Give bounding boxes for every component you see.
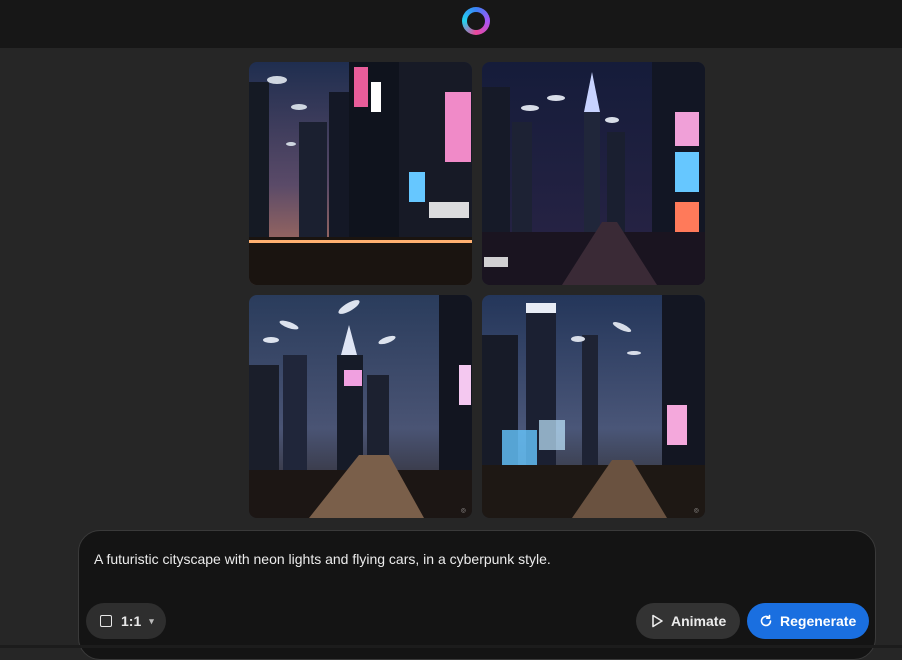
play-icon [650, 614, 664, 628]
copilot-logo-icon[interactable] [462, 7, 490, 35]
regenerate-label: Regenerate [780, 613, 857, 629]
regenerate-button[interactable]: Regenerate [747, 603, 869, 639]
refresh-icon [759, 614, 773, 628]
generated-image-2[interactable] [482, 62, 705, 285]
generated-image-4[interactable]: ◎ [482, 295, 705, 518]
animate-label: Animate [671, 613, 727, 629]
generated-image-1[interactable] [249, 62, 472, 285]
watermark: ◎ [460, 508, 466, 514]
generated-image-3[interactable]: ◎ [249, 295, 472, 518]
image-grid: ◎ ◎ [249, 62, 705, 518]
prompt-text[interactable]: A futuristic cityscape with neon lights … [94, 551, 551, 567]
top-bar [0, 0, 902, 48]
animate-button[interactable]: Animate [636, 603, 740, 639]
aspect-ratio-selector[interactable]: 1:1 ▾ [86, 603, 166, 639]
watermark: ◎ [693, 508, 699, 514]
square-icon [100, 615, 112, 627]
aspect-ratio-value: 1:1 [121, 613, 142, 629]
chevron-down-icon: ▾ [149, 615, 154, 626]
prompt-composer: A futuristic cityscape with neon lights … [78, 530, 876, 660]
